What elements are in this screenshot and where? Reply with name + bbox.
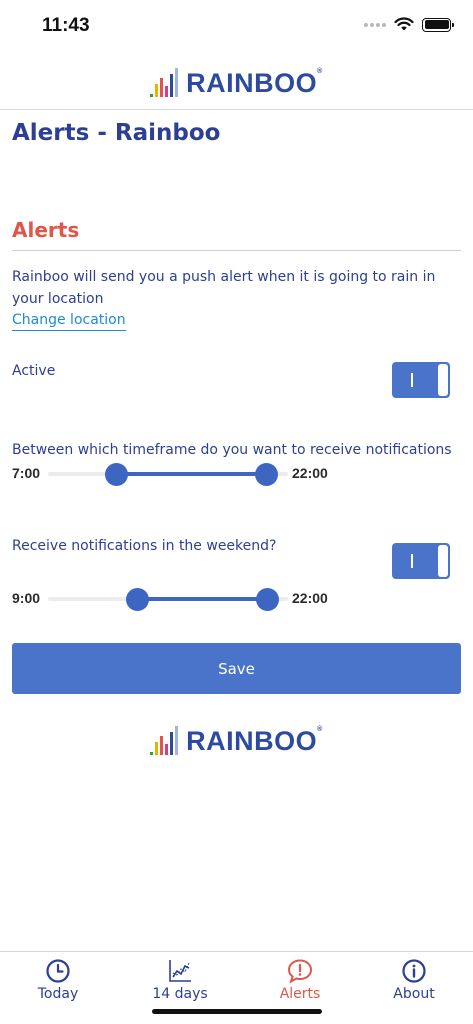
- weekend-end-thumb[interactable]: [256, 588, 279, 611]
- timeframe-label: Between which timeframe do you want to r…: [12, 442, 452, 458]
- status-bar: 11:43: [0, 0, 473, 54]
- home-indicator: [152, 1009, 322, 1014]
- section-title: Alerts: [12, 218, 80, 242]
- timeframe-start-value: 7:00: [12, 465, 41, 481]
- slider-fill: [138, 597, 267, 601]
- weekend-start-value: 9:00: [12, 590, 41, 606]
- active-toggle[interactable]: [392, 362, 450, 398]
- line-chart-icon: [169, 960, 191, 982]
- weekend-toggle[interactable]: [392, 543, 450, 579]
- footer-logo: RAINBOO®: [0, 716, 473, 766]
- weekend-end-value: 22:00: [292, 590, 328, 606]
- tab-label: 14 days: [152, 986, 208, 1002]
- header-logo: RAINBOO®: [0, 58, 473, 108]
- tab-label: Today: [37, 986, 79, 1002]
- brand-name: RAINBOO®: [186, 67, 323, 98]
- tab-14-days[interactable]: 14 days: [135, 958, 225, 1002]
- brand-name: RAINBOO®: [186, 725, 323, 756]
- save-button[interactable]: Save: [12, 643, 461, 694]
- weekend-start-thumb[interactable]: [126, 588, 149, 611]
- status-time: 11:43: [42, 15, 90, 36]
- weekend-range-slider[interactable]: 9:00 22:00: [12, 586, 461, 612]
- timeframe-end-thumb[interactable]: [255, 463, 278, 486]
- clock-icon: [46, 959, 70, 983]
- timeframe-end-value: 22:00: [292, 465, 328, 481]
- timeframe-range-slider[interactable]: 7:00 22:00: [12, 461, 461, 487]
- change-location-link[interactable]: Change location: [12, 312, 126, 331]
- rainboo-logo-icon: [150, 726, 179, 755]
- weekend-label: Receive notifications in the weekend?: [12, 538, 277, 554]
- timeframe-start-thumb[interactable]: [105, 463, 128, 486]
- page-title: Alerts - Rainboo: [12, 120, 221, 146]
- status-icons: [364, 17, 454, 32]
- info-icon: [402, 959, 426, 983]
- tab-label: Alerts: [279, 986, 321, 1002]
- tab-label: About: [393, 986, 435, 1002]
- battery-icon: [422, 17, 454, 32]
- tab-today[interactable]: Today: [13, 958, 103, 1002]
- signal-icon: [364, 22, 386, 27]
- alert-bubble-icon: [287, 959, 313, 984]
- active-label: Active: [12, 363, 56, 379]
- tab-about[interactable]: About: [369, 958, 459, 1002]
- header-divider: [0, 109, 473, 110]
- slider-fill: [117, 472, 266, 476]
- section-divider: [12, 250, 461, 251]
- rainboo-logo-icon: [150, 68, 179, 97]
- wifi-icon: [394, 17, 414, 31]
- alerts-intro-text: Rainboo will send you a push alert when …: [12, 269, 436, 307]
- tab-alerts[interactable]: Alerts: [255, 958, 345, 1002]
